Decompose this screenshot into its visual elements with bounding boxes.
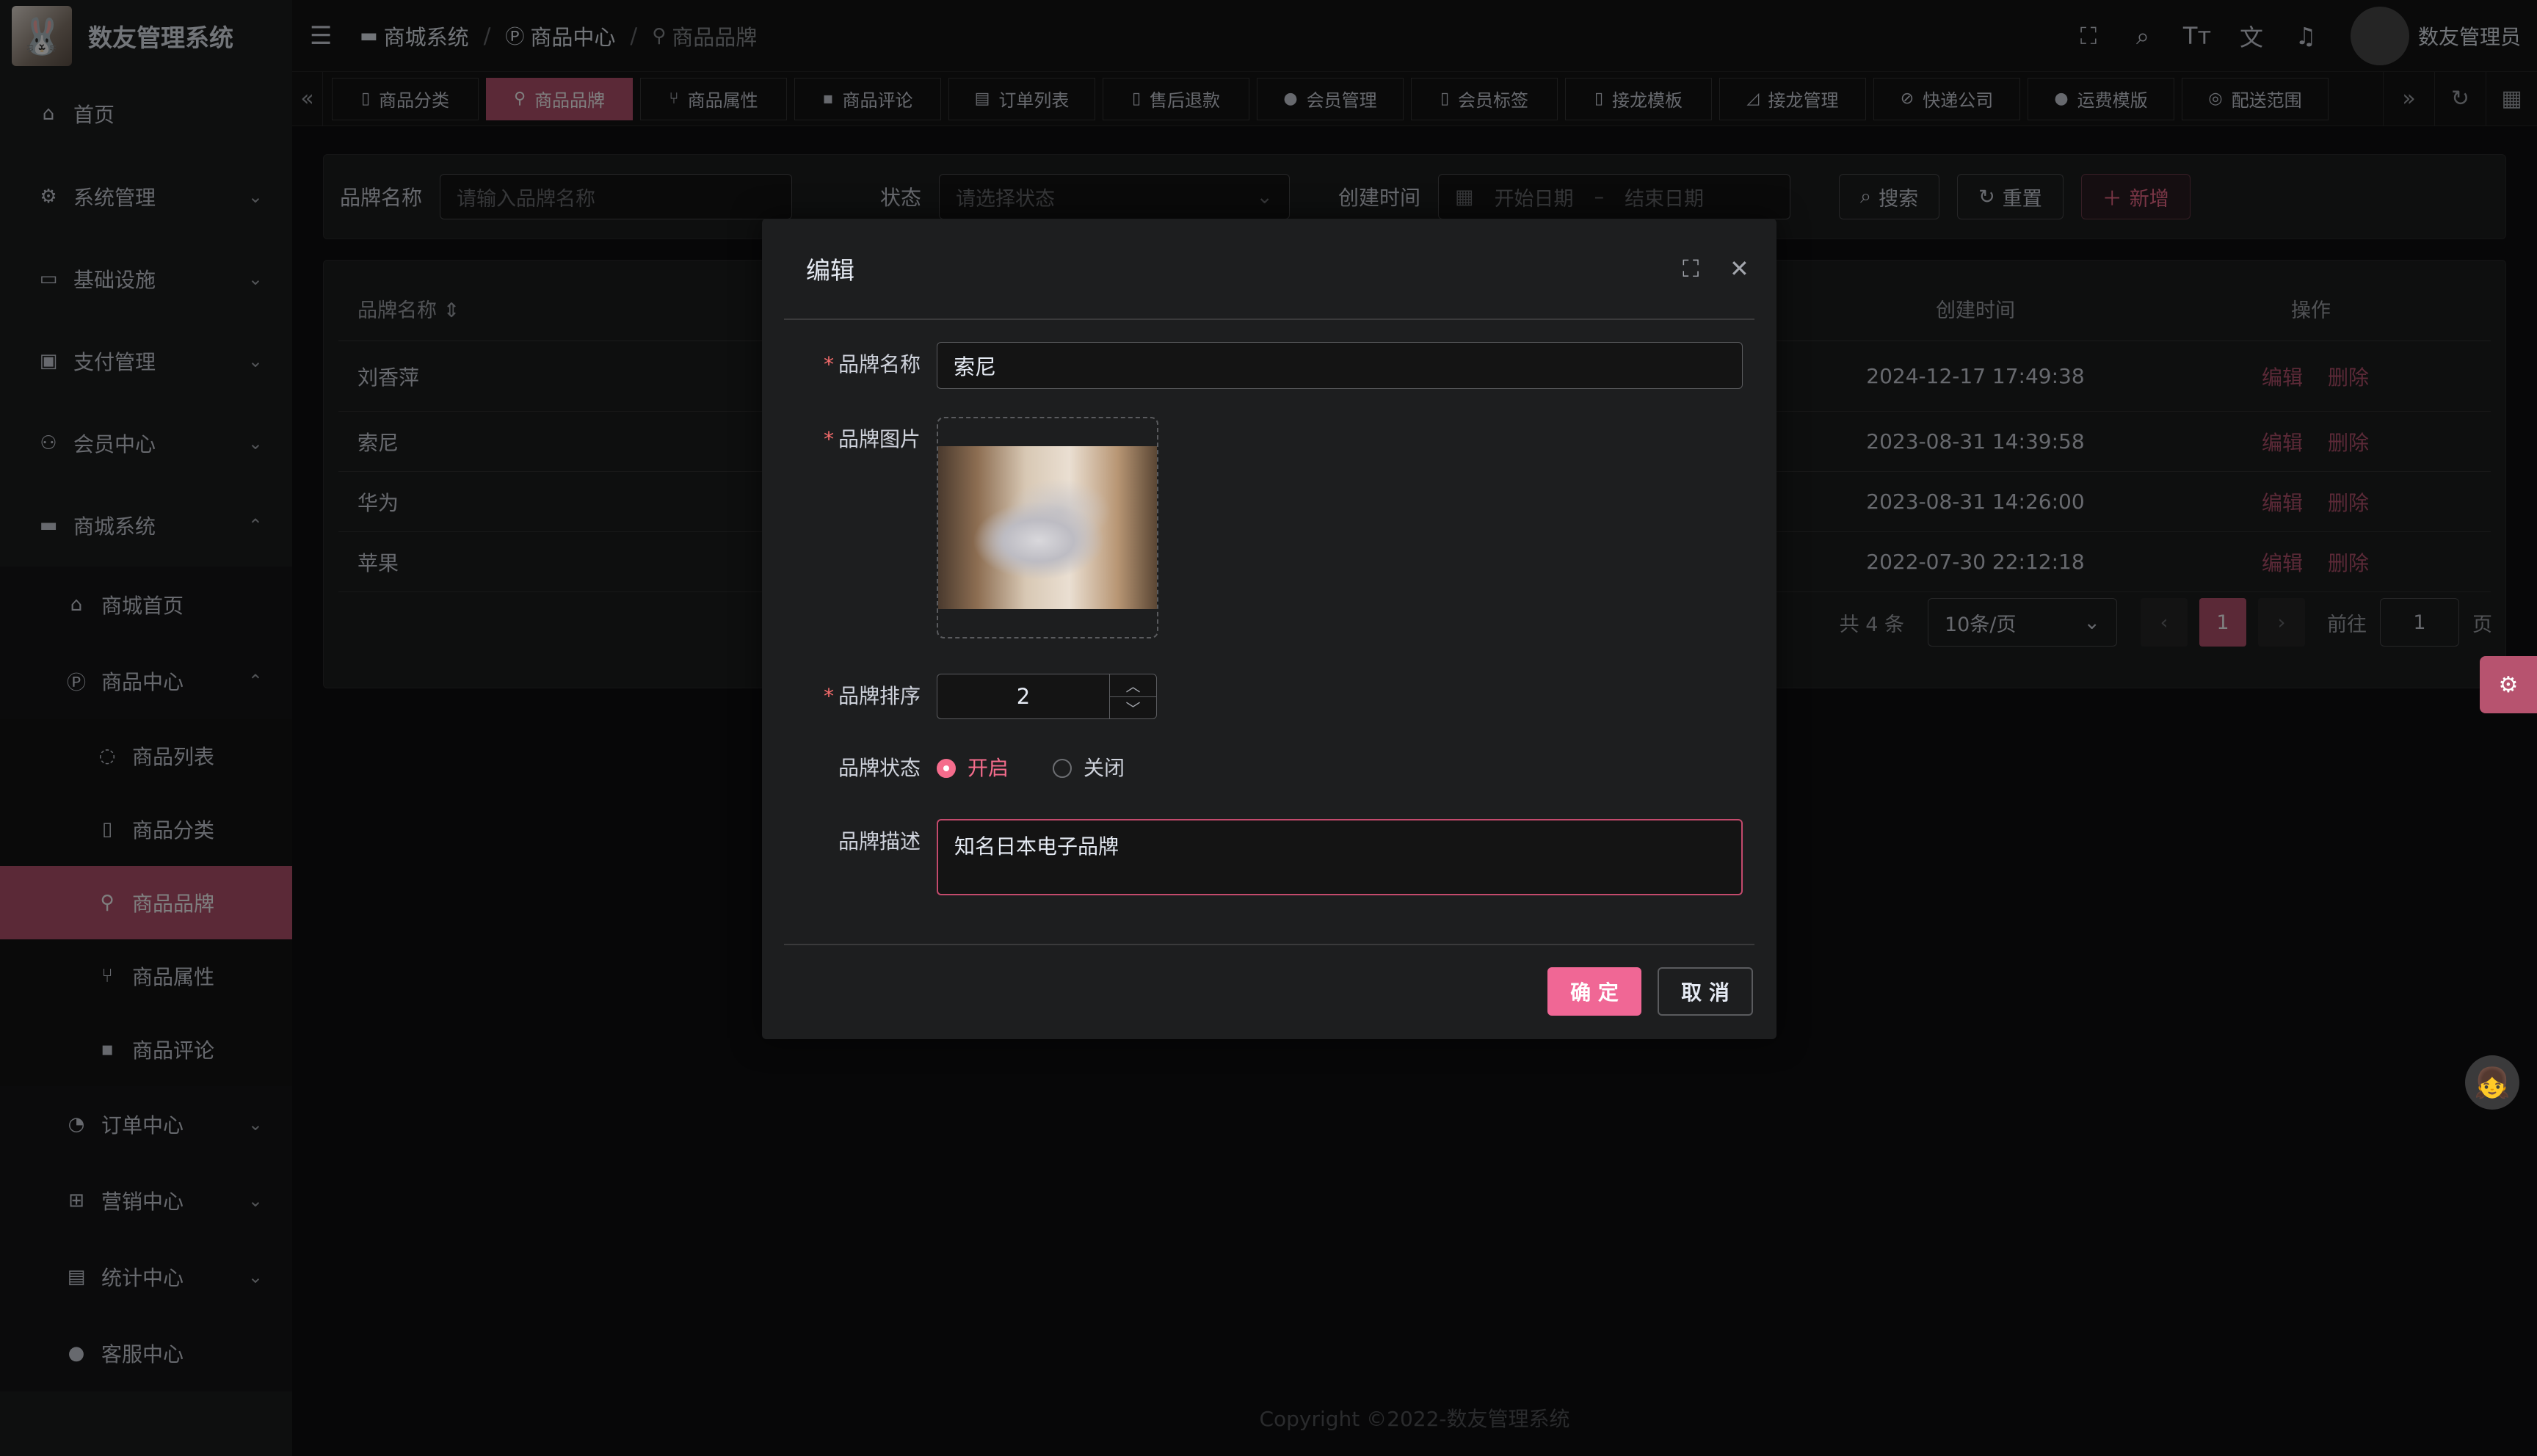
edit-dialog: 编辑 ⛶ ✕ * 品牌名称 索尼 * 品牌图片 * 品牌排序 2 ︿ ﹀ 品牌状… xyxy=(762,219,1776,1039)
gear-icon: ⚙ xyxy=(2498,671,2519,698)
required-mark: * xyxy=(823,427,834,451)
cancel-button[interactable]: 取 消 xyxy=(1658,967,1753,1016)
form-row-name: * 品牌名称 索尼 xyxy=(784,342,1743,389)
settings-float-button[interactable]: ⚙ xyxy=(2480,656,2537,713)
form-row-image: * 品牌图片 xyxy=(784,417,1158,638)
form-label-text: 品牌名称 xyxy=(838,352,921,376)
assistant-avatar[interactable]: 👧 xyxy=(2465,1055,2519,1110)
brand-name-field[interactable]: 索尼 xyxy=(937,342,1743,389)
form-label-text: 品牌图片 xyxy=(838,427,921,451)
form-label-text: 品牌排序 xyxy=(838,684,921,708)
form-row-desc: 品牌描述 知名日本电子品牌 xyxy=(784,819,1743,895)
form-label: * 品牌名称 xyxy=(784,342,937,387)
status-radio-on[interactable]: 开启 xyxy=(937,746,1009,791)
girl-avatar-icon: 👧 xyxy=(2474,1066,2511,1100)
dialog-footer-divider xyxy=(784,944,1754,945)
app-root: 🐰 数友管理系统 ⌂首页 ⚙系统管理⌄ ▭基础设施⌄ ▣支付管理⌄ ⚇会员中心⌄… xyxy=(0,0,2537,1456)
maximize-icon[interactable]: ⛶ xyxy=(1683,255,1699,283)
form-row-sort: * 品牌排序 2 ︿ ﹀ xyxy=(784,674,1157,719)
brand-desc-textarea[interactable]: 知名日本电子品牌 xyxy=(937,819,1743,895)
form-label: * 品牌图片 xyxy=(784,417,937,462)
radio-checked-icon xyxy=(937,759,956,778)
sort-stepper[interactable]: 2 ︿ ﹀ xyxy=(937,674,1157,719)
required-mark: * xyxy=(823,684,834,708)
radio-label: 开启 xyxy=(968,756,1009,780)
confirm-button[interactable]: 确 定 xyxy=(1547,967,1641,1016)
decrease-icon[interactable]: ﹀ xyxy=(1110,697,1156,719)
dialog-header: 编辑 ⛶ ✕ xyxy=(784,219,1754,320)
radio-unchecked-icon xyxy=(1053,759,1072,778)
increase-icon[interactable]: ︿ xyxy=(1110,674,1156,697)
form-label: 品牌状态 xyxy=(838,756,921,780)
dialog-title: 编辑 xyxy=(806,256,854,285)
required-mark: * xyxy=(823,352,834,376)
radio-label: 关闭 xyxy=(1084,756,1125,780)
form-label: 品牌描述 xyxy=(838,829,921,853)
form-row-status: 品牌状态 开启 关闭 xyxy=(784,746,1169,791)
status-radio-off[interactable]: 关闭 xyxy=(1053,746,1125,791)
status-radio-group: 开启 关闭 xyxy=(937,746,1169,791)
stepper-arrows: ︿ ﹀ xyxy=(1109,674,1156,718)
brand-image xyxy=(938,446,1157,609)
image-uploader[interactable] xyxy=(937,417,1158,638)
close-icon[interactable]: ✕ xyxy=(1730,255,1749,283)
form-label: * 品牌排序 xyxy=(784,674,937,719)
